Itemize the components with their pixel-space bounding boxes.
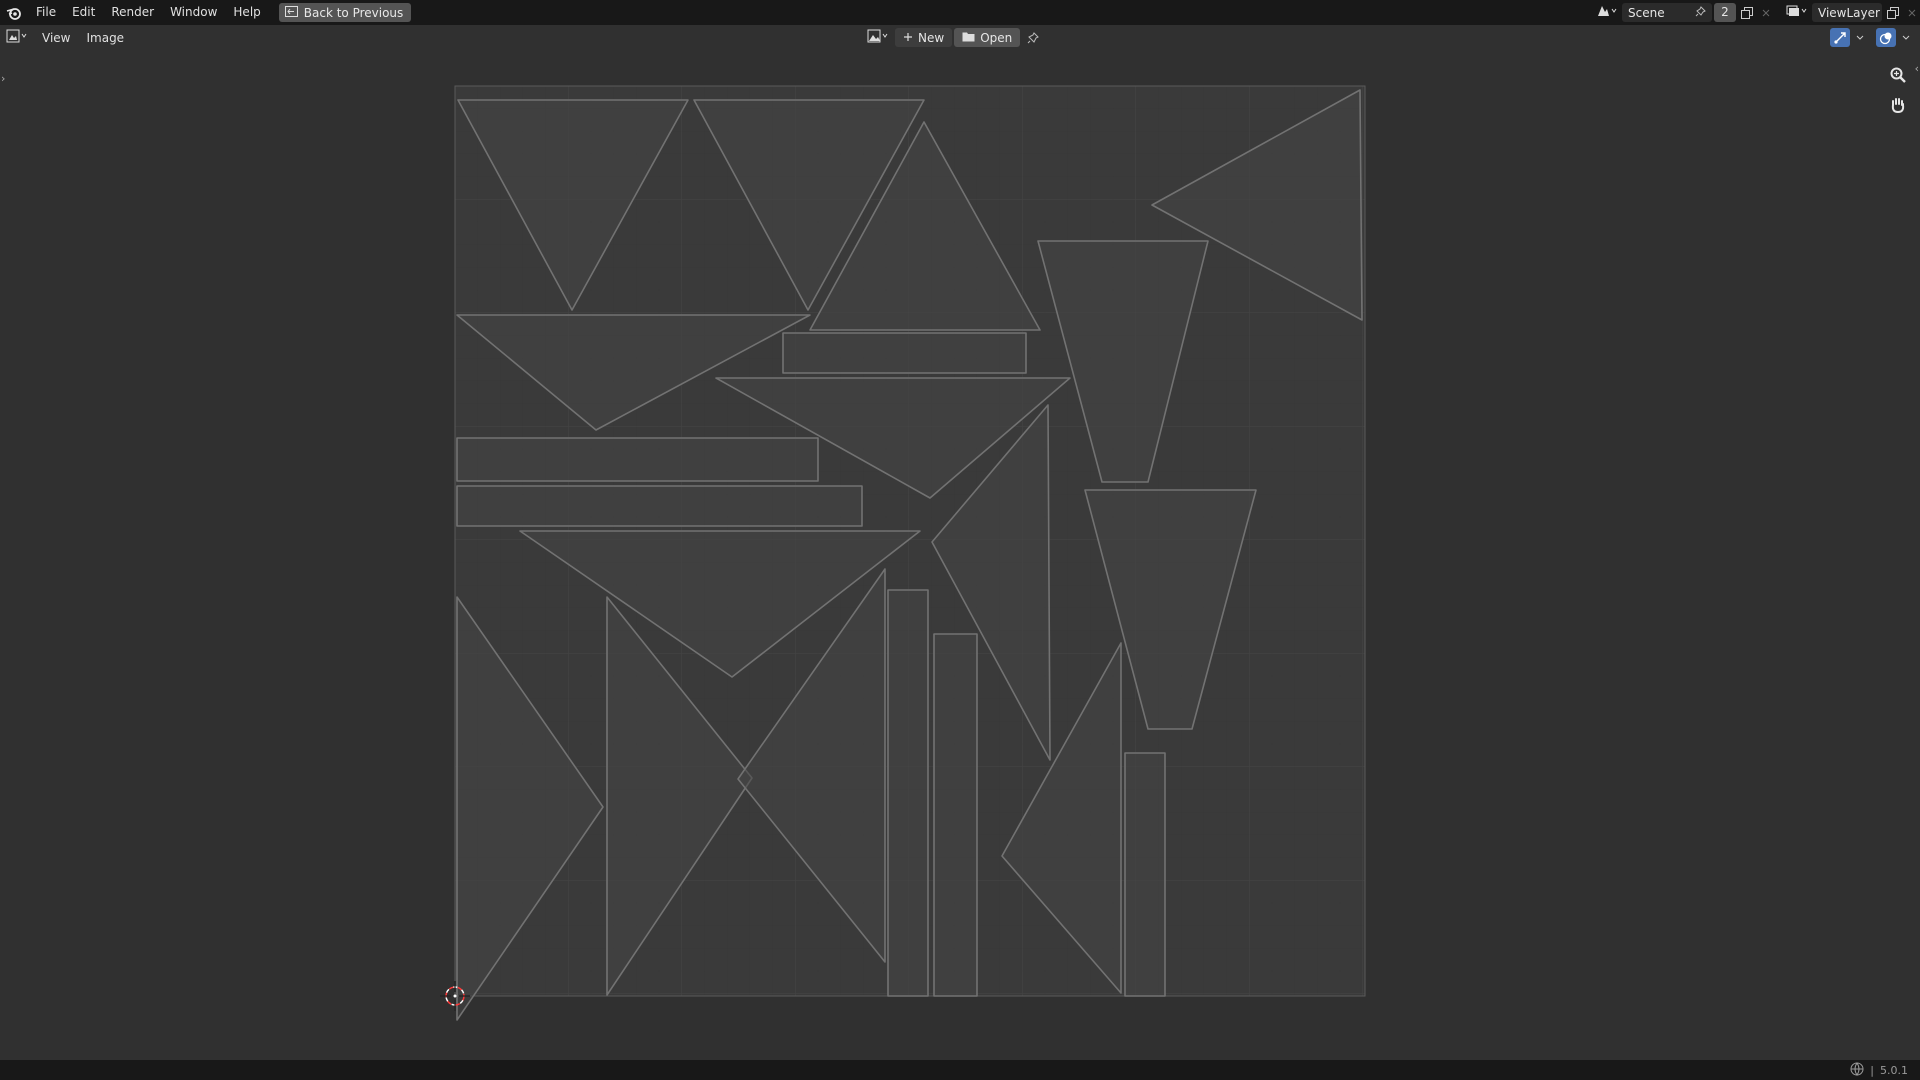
topbar-right: Scene 2 ViewLayer [1592, 0, 1920, 25]
menu-file[interactable]: File [28, 0, 64, 25]
plus-icon [903, 31, 913, 45]
scene-selector[interactable] [1592, 3, 1622, 22]
chevron-down-icon[interactable] [1854, 28, 1866, 47]
image-datablock-controls: New Open [863, 28, 1044, 47]
blender-logo-icon[interactable] [0, 0, 28, 25]
scene-name: Scene [1628, 5, 1665, 20]
pin-icon[interactable] [1022, 28, 1044, 47]
image-icon [866, 29, 890, 46]
editor-header-right [1830, 28, 1912, 47]
uv-island[interactable] [456, 437, 819, 482]
image-browse-button[interactable] [863, 28, 893, 47]
back-icon [284, 5, 298, 20]
topbar: File Edit Render Window Help Back to Pre… [0, 0, 1920, 25]
scene-users-count: 2 [1714, 3, 1736, 22]
menu-render[interactable]: Render [103, 0, 162, 25]
hand-icon[interactable] [1886, 93, 1910, 117]
open-label: Open [980, 30, 1013, 45]
zoom-icon[interactable] [1886, 63, 1910, 87]
copy-icon[interactable] [1882, 3, 1904, 22]
view-layer-field[interactable]: ViewLayer [1812, 3, 1882, 22]
menu-view[interactable]: View [34, 31, 78, 45]
menu-image[interactable]: Image [78, 31, 132, 45]
uv-island[interactable] [782, 332, 1027, 374]
scene-name-field[interactable]: Scene [1622, 3, 1712, 22]
new-image-button[interactable]: New [895, 28, 953, 47]
uv-editor-viewport[interactable]: › ‹ [0, 50, 1920, 1060]
pin-icon[interactable] [1695, 5, 1706, 20]
uv-island[interactable] [456, 485, 863, 527]
uv-island[interactable] [887, 589, 929, 997]
version-label: 5.0.1 [1880, 1063, 1908, 1077]
gizmo-icon[interactable] [1830, 28, 1850, 47]
editor-type-selector[interactable] [0, 29, 34, 46]
network-icon[interactable] [1850, 1062, 1864, 1079]
chevron-down-icon[interactable] [1900, 28, 1912, 47]
uv-island[interactable] [933, 633, 978, 997]
back-to-previous-button[interactable]: Back to Previous [278, 3, 412, 22]
status-separator: | [1870, 1063, 1874, 1077]
view-layer-icon [1786, 4, 1808, 21]
close-icon[interactable] [1904, 3, 1920, 22]
menu-help[interactable]: Help [225, 0, 268, 25]
view-layer-selector[interactable] [1782, 3, 1812, 22]
menu-edit[interactable]: Edit [64, 0, 103, 25]
image-editor-icon [5, 29, 29, 46]
copy-icon[interactable] [1736, 3, 1758, 22]
back-button-label: Back to Previous [303, 5, 404, 20]
menu-window[interactable]: Window [162, 0, 225, 25]
uv-canvas[interactable] [0, 50, 1920, 1060]
scene-icon [1596, 4, 1618, 21]
open-image-button[interactable]: Open [954, 28, 1021, 47]
close-icon[interactable] [1758, 3, 1774, 22]
uv-island[interactable] [1124, 752, 1166, 997]
view-layer-name: ViewLayer [1818, 5, 1880, 20]
editor-header: View Image New Open [0, 25, 1920, 50]
folder-icon [962, 31, 975, 45]
status-bar: | 5.0.1 [0, 1060, 1920, 1080]
new-label: New [918, 30, 945, 45]
overlay-icon[interactable] [1876, 28, 1896, 47]
